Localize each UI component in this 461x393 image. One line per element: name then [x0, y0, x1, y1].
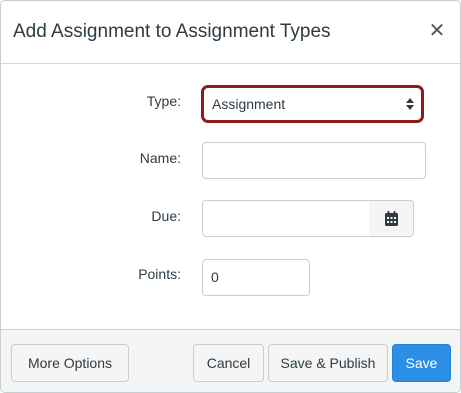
due-label: Due:: [151, 208, 181, 224]
dialog-title: Add Assignment to Assignment Types: [13, 21, 331, 42]
cancel-button[interactable]: Cancel: [193, 344, 264, 382]
name-input[interactable]: [202, 142, 426, 179]
dialog-header: Add Assignment to Assignment Types ✕: [1, 1, 460, 64]
dialog-footer: More Options Cancel Save & Publish Save: [1, 329, 460, 392]
name-label: Name:: [139, 150, 181, 166]
add-assignment-dialog: Add Assignment to Assignment Types ✕ Typ…: [0, 0, 461, 393]
calendar-icon: [385, 211, 398, 226]
type-select[interactable]: Assignment: [201, 85, 424, 123]
type-select-value: Assignment: [212, 96, 286, 112]
due-date-input[interactable]: [202, 200, 370, 237]
points-label: Points:: [138, 266, 181, 282]
updown-arrows-icon: [406, 98, 414, 110]
more-options-button[interactable]: More Options: [11, 344, 129, 382]
points-input[interactable]: 0: [202, 259, 310, 296]
close-icon[interactable]: ✕: [428, 21, 446, 41]
save-publish-button[interactable]: Save & Publish: [268, 344, 388, 382]
date-picker-button[interactable]: [369, 200, 414, 237]
save-button[interactable]: Save: [392, 344, 451, 382]
type-label: Type:: [146, 93, 181, 109]
